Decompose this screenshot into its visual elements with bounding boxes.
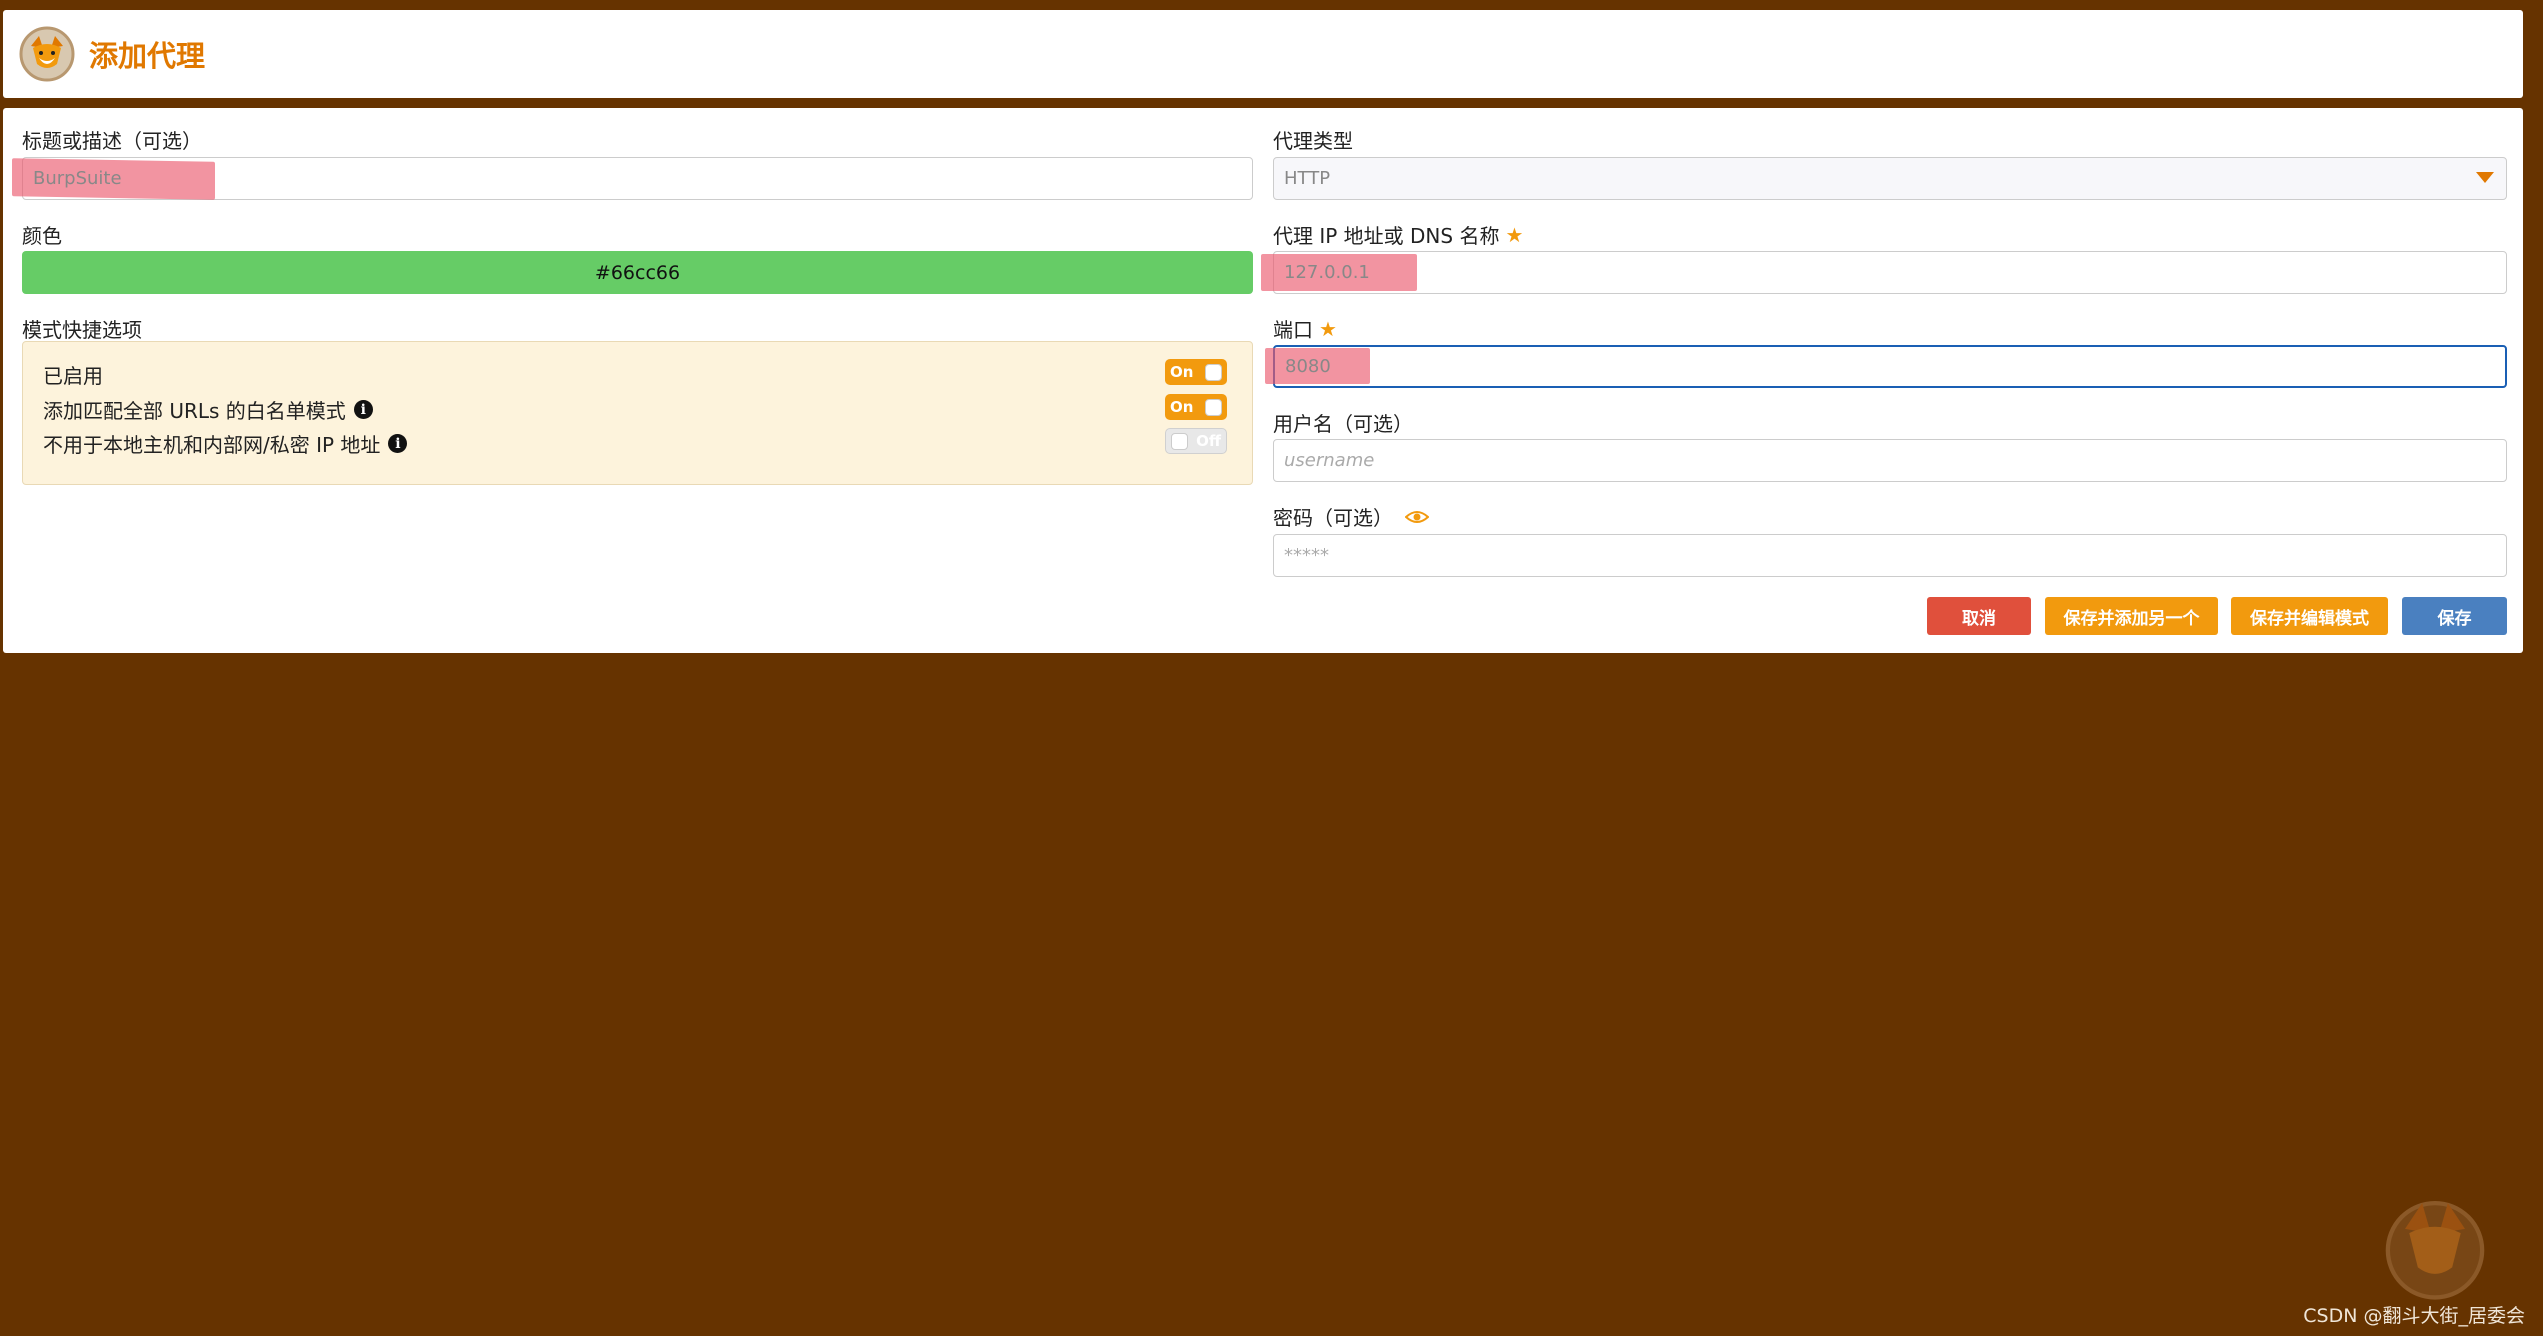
pattern-label-whitelist: 添加匹配全部 URLs 的白名单模式 [43,399,346,423]
pattern-row-enabled: 已启用 [43,360,103,389]
toggle-local[interactable]: Off [1165,428,1227,454]
port-label: 端口 ★ [1273,314,1337,343]
ip-input-value: 127.0.0.1 [1284,262,1370,283]
password-label-text: 密码（可选） [1273,506,1393,530]
foxyproxy-logo-icon [19,26,75,82]
pattern-label: 模式快捷选项 [22,318,142,342]
port-input-value: 8080 [1285,356,1331,377]
ip-label: 代理 IP 地址或 DNS 名称 ★ [1273,220,1523,249]
header-bar: 添加代理 [3,10,2523,98]
save-and-add-another-button[interactable]: 保存并添加另一个 [2045,597,2218,635]
pattern-row-local: 不用于本地主机和内部网/私密 IP 地址 i [43,429,408,458]
add-proxy-form: 标题或描述（可选） BurpSuite 颜色 #66cc66 模式快捷选项 已启… [3,108,2523,653]
page-title: 添加代理 [89,39,206,73]
pattern-row-whitelist: 添加匹配全部 URLs 的白名单模式 i [43,395,373,424]
toggle-enabled-state: On [1170,363,1194,381]
color-value: #66cc66 [594,261,681,284]
watermark-fox-icon [2385,1201,2485,1300]
title-input-value: BurpSuite [33,168,122,189]
toggle-local-state: Off [1196,432,1221,450]
required-star-icon: ★ [1505,222,1524,247]
color-picker[interactable]: #66cc66 [22,251,1253,294]
color-label: 颜色 [22,224,62,248]
toggle-knob-icon [1205,398,1222,416]
toggle-whitelist-state: On [1170,398,1194,416]
ip-label-text: 代理 IP 地址或 DNS 名称 [1273,224,1500,248]
port-label-text: 端口 [1273,318,1313,342]
save-and-edit-patterns-button[interactable]: 保存并编辑模式 [2231,597,2388,635]
title-label: 标题或描述（可选） [22,129,202,153]
username-input[interactable]: username [1273,439,2507,482]
pattern-options-box: 已启用 On 添加匹配全部 URLs 的白名单模式 i On 不用于本地主机和内… [22,341,1253,485]
proxy-type-value: HTTP [1284,168,1331,189]
toggle-knob-icon [1171,432,1188,450]
info-icon[interactable]: i [388,434,408,453]
ip-input[interactable]: 127.0.0.1 [1273,251,2507,294]
password-label: 密码（可选） [1273,502,1429,531]
eye-icon[interactable] [1405,509,1429,525]
toggle-knob-icon [1205,363,1222,381]
username-placeholder: username [1284,450,1375,471]
toggle-enabled[interactable]: On [1165,359,1227,385]
password-placeholder: ***** [1284,545,1329,566]
username-label: 用户名（可选） [1273,412,1413,436]
watermark-text: CSDN @翻斗大街_居委会 [2303,1305,2525,1327]
pattern-label-enabled: 已启用 [43,364,103,388]
required-star-icon: ★ [1319,316,1337,341]
port-input[interactable]: 8080 [1273,345,2507,388]
proxy-type-select[interactable]: HTTP [1273,157,2507,200]
info-icon[interactable]: i [353,400,373,419]
cancel-button[interactable]: 取消 [1927,597,2031,635]
proxy-type-label: 代理类型 [1273,129,1353,153]
pattern-label-local: 不用于本地主机和内部网/私密 IP 地址 [43,433,381,457]
toggle-whitelist[interactable]: On [1165,394,1227,420]
chevron-down-icon [2476,172,2494,183]
save-button[interactable]: 保存 [2402,597,2507,635]
password-input[interactable]: ***** [1273,534,2507,577]
